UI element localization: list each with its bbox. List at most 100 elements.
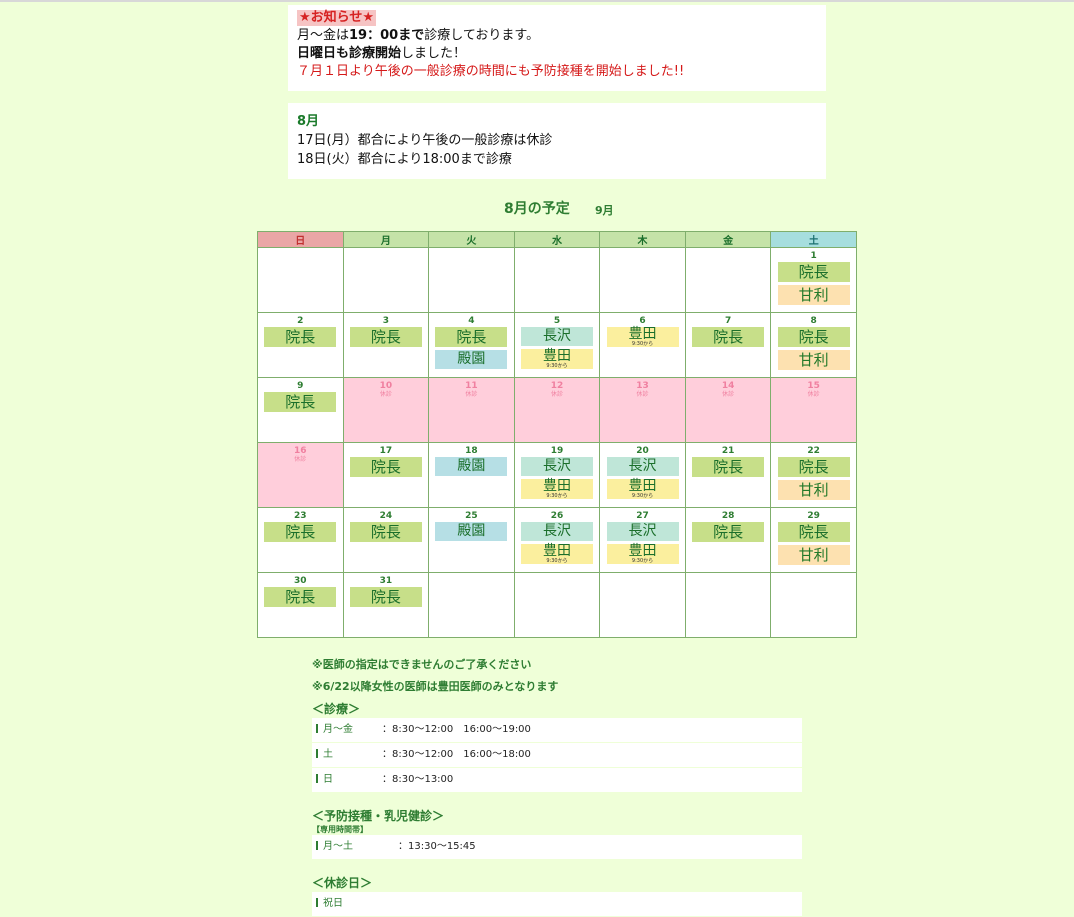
doctor-badge: 院長 [264, 522, 337, 542]
closed-days-list: 祝日 [312, 892, 802, 917]
doctor-badge: 甘利 [777, 285, 850, 305]
hours-label: 祝日 [312, 892, 382, 916]
calendar-day [428, 247, 515, 313]
day-number: 22 [807, 446, 820, 456]
doctor-badge: 長沢 [606, 457, 679, 476]
calendar-day: 3 院長 [342, 312, 430, 378]
vaccine-hours-list: 月～土 ：13:30～15:45 [312, 835, 802, 860]
weekday-header: 月 [342, 231, 430, 248]
day-number: 9 [297, 381, 304, 391]
hours-row: 土：8:30～12:00 16:00～18:00 [312, 743, 802, 768]
time-note: 9:30から [546, 363, 568, 369]
calendar-day [684, 572, 772, 638]
calendar-day [342, 247, 430, 313]
doctor-badge: 院長 [777, 327, 850, 347]
calendar-day: 13 休診 [599, 377, 686, 443]
doctor-badge: 院長 [692, 522, 765, 542]
time-note: 9:30から [546, 493, 568, 499]
day-number: 10 [379, 381, 393, 391]
calendar-day [599, 572, 686, 638]
closed-label: 休診 [722, 391, 735, 398]
day-number: 17 [379, 446, 393, 456]
note-doctor-choice: ※医師の指定はできませんのご了承ください [312, 658, 532, 671]
calendar-day: 9 院長 [257, 377, 344, 443]
calendar-title: 8月の予定 [504, 201, 570, 217]
calendar-day: 17 院長 [342, 442, 430, 508]
day-number: 4 [468, 316, 475, 326]
calendar-day: 31 院長 [342, 572, 430, 638]
august-line-2: 18日(火）都合により18:00まで診療 [297, 152, 512, 167]
hours-row: 祝日 [312, 892, 802, 917]
day-number: 6 [639, 316, 646, 326]
hours-value: ：8:30～13:00 [382, 774, 454, 785]
calendar-day: 6 豊田 9:30から [599, 312, 686, 378]
doctor-badge: 院長 [777, 457, 850, 477]
closed-label: 休診 [807, 391, 820, 398]
hours-row: 月～金 ：8:30～12:00 16:00～19:00 [312, 718, 802, 743]
calendar-day: 8 院長 甘利 [770, 312, 857, 378]
calendar-day: 29 院長甘利 [770, 507, 857, 573]
hours-value: ：8:30～12:00 16:00～18:00 [382, 749, 531, 760]
doctor-badge: 院長 [692, 457, 765, 477]
closed-label: 休診 [294, 456, 307, 463]
calendar-day: 30 院長 [257, 572, 344, 638]
weekday-header: 土 [770, 231, 857, 248]
vaccine-heading: ＜予防接種・乳児健診＞ [312, 809, 445, 823]
calendar-day: 18 殿園 [428, 442, 515, 508]
calendar-day: 10 休診 [342, 377, 430, 443]
day-number: 7 [724, 316, 732, 326]
clinic-hours-heading: ＜診療＞ [312, 702, 361, 716]
day-number: 18 [465, 446, 478, 456]
doctor-badge: 殿園 [435, 522, 508, 541]
calendar-day: 28 院長 [684, 507, 772, 573]
doctor-badge: 院長 [435, 327, 508, 347]
time-note: 9:30から [631, 493, 654, 499]
day-number: 27 [636, 511, 649, 521]
hours-row: 月～土 ：13:30～15:45 [312, 835, 802, 860]
weekday-header: 日 [257, 231, 344, 248]
calendar-day [770, 572, 857, 638]
hours-label: 日 [312, 768, 382, 792]
doctor-badge: 豊田 9:30から [606, 544, 679, 564]
doctor-badge: 院長 [264, 392, 337, 412]
time-note: 9:30から [546, 558, 568, 564]
doctor-badge: 豊田 9:30から [520, 544, 593, 564]
doctor-badge: 長沢 [520, 327, 593, 346]
weekday-header: 水 [513, 231, 601, 248]
day-number: 29 [807, 511, 820, 521]
schedule-calendar: 日月火水木金土 1 院長 甘利 2 院長 3 院長 4 院長 殿園 5 長沢 豊田 9:30から 6 豊田 9:… [257, 231, 857, 638]
note-female-doctor: ※6/22以降女性の医師は豊田医師のみとなります [312, 680, 559, 693]
calendar-day: 19 長沢 豊田 9:30から [513, 442, 601, 508]
vaccine-subheading: 【専用時間帯】 [312, 825, 368, 834]
day-number: 11 [465, 381, 478, 391]
closed-label: 休診 [636, 391, 649, 398]
doctor-badge: 豊田 9:30から [606, 479, 679, 499]
day-number: 16 [294, 446, 307, 456]
calendar-day: 2 院長 [257, 312, 344, 378]
day-number: 3 [382, 316, 389, 326]
doctor-badge: 甘利 [777, 545, 850, 565]
doctor-badge: 長沢 [520, 457, 593, 476]
calendar-day [428, 572, 515, 638]
doctor-badge: 院長 [777, 522, 850, 542]
next-month-link[interactable]: 9月 [595, 202, 614, 218]
doctor-badge: 豊田 9:30から [520, 479, 593, 499]
august-heading: 8月 [297, 114, 320, 129]
day-number: 21 [721, 446, 735, 456]
day-number: 8 [810, 316, 817, 326]
day-number: 2 [297, 316, 304, 326]
doctor-badge: 院長 [349, 522, 422, 542]
august-line-1: 17日(月）都合により午後の一般診療は休診 [297, 133, 553, 148]
calendar-day: 15 休診 [770, 377, 857, 443]
calendar-day [684, 247, 772, 313]
day-number: 26 [550, 511, 564, 521]
doctor-badge: 甘利 [777, 480, 850, 500]
calendar-day: 1 院長 甘利 [770, 247, 857, 313]
closed-label: 休診 [379, 391, 392, 398]
doctor-badge: 院長 [349, 587, 422, 607]
day-number: 13 [636, 381, 649, 391]
doctor-badge: 院長 [349, 457, 422, 477]
closed-label: 休診 [550, 391, 563, 398]
calendar-day: 23 院長 [257, 507, 344, 573]
weekday-header: 火 [428, 231, 515, 248]
